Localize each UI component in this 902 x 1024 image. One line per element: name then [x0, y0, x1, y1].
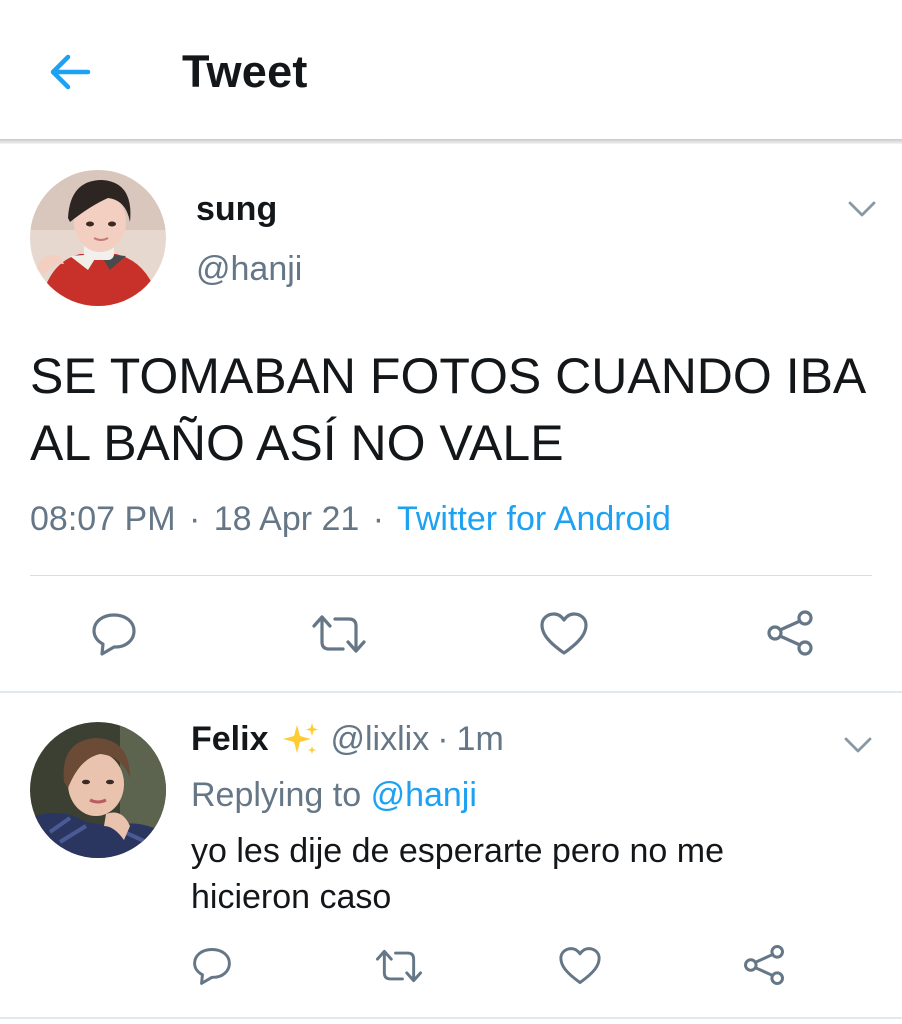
divider: [0, 691, 902, 693]
reply-icon: [92, 613, 136, 656]
like-icon: [540, 612, 588, 655]
display-name[interactable]: Felix: [191, 720, 268, 759]
share-icon: [767, 610, 813, 656]
reply-header: Felix @lixlix · 1m: [191, 720, 504, 759]
avatar[interactable]: [30, 722, 166, 858]
divider: [0, 1017, 902, 1019]
meta-separator: ·: [188, 500, 201, 538]
meta-separator: ·: [372, 500, 385, 538]
tweet-text: yo les dije de esperarte pero no me hici…: [191, 832, 724, 916]
replying-prefix: Replying to: [191, 776, 362, 814]
avatar[interactable]: [30, 170, 166, 306]
more-options-button[interactable]: [842, 194, 882, 224]
more-options-button[interactable]: [838, 730, 878, 760]
sparkles-icon: [282, 721, 320, 759]
mention-link[interactable]: @hanji: [371, 776, 477, 814]
reply-button[interactable]: [86, 608, 142, 660]
page-title: Tweet: [182, 46, 308, 97]
retweet-icon: [312, 615, 366, 653]
divider: [30, 575, 872, 576]
chevron-down-icon: [844, 737, 872, 753]
arrow-left-icon: [50, 54, 91, 90]
tweet-time: 08:07 PM: [30, 500, 176, 538]
tweet-source-link[interactable]: Twitter for Android: [397, 500, 671, 538]
back-button[interactable]: [46, 50, 94, 94]
replying-to: Replying to @hanji: [191, 776, 477, 815]
retweet-button[interactable]: [372, 944, 426, 988]
tweet-meta: 08:07 PM · 18 Apr 21 · Twitter for Andro…: [30, 500, 671, 539]
user-handle[interactable]: @lixlix: [330, 720, 429, 759]
like-button[interactable]: [556, 944, 604, 988]
like-icon: [559, 947, 601, 984]
tweet-date: 18 Apr 21: [213, 500, 360, 538]
chevron-down-icon: [848, 201, 876, 217]
retweet-button[interactable]: [308, 608, 370, 660]
share-button[interactable]: [762, 606, 818, 660]
header-divider: [0, 139, 902, 144]
top-bar: Tweet: [0, 0, 902, 141]
meta-separator: ·: [437, 720, 449, 758]
user-handle[interactable]: @hanji: [196, 250, 302, 289]
like-button[interactable]: [536, 608, 592, 660]
display-name[interactable]: sung: [196, 190, 277, 229]
tweet-time[interactable]: 1m: [457, 720, 504, 759]
reply-button[interactable]: [188, 944, 236, 988]
reply-icon: [193, 948, 231, 985]
share-icon: [744, 945, 784, 985]
retweet-icon: [375, 949, 423, 983]
tweet-text: SE TOMABAN FOTOS CUANDO IBA AL BAÑO ASÍ …: [30, 348, 864, 471]
share-button[interactable]: [740, 942, 788, 988]
